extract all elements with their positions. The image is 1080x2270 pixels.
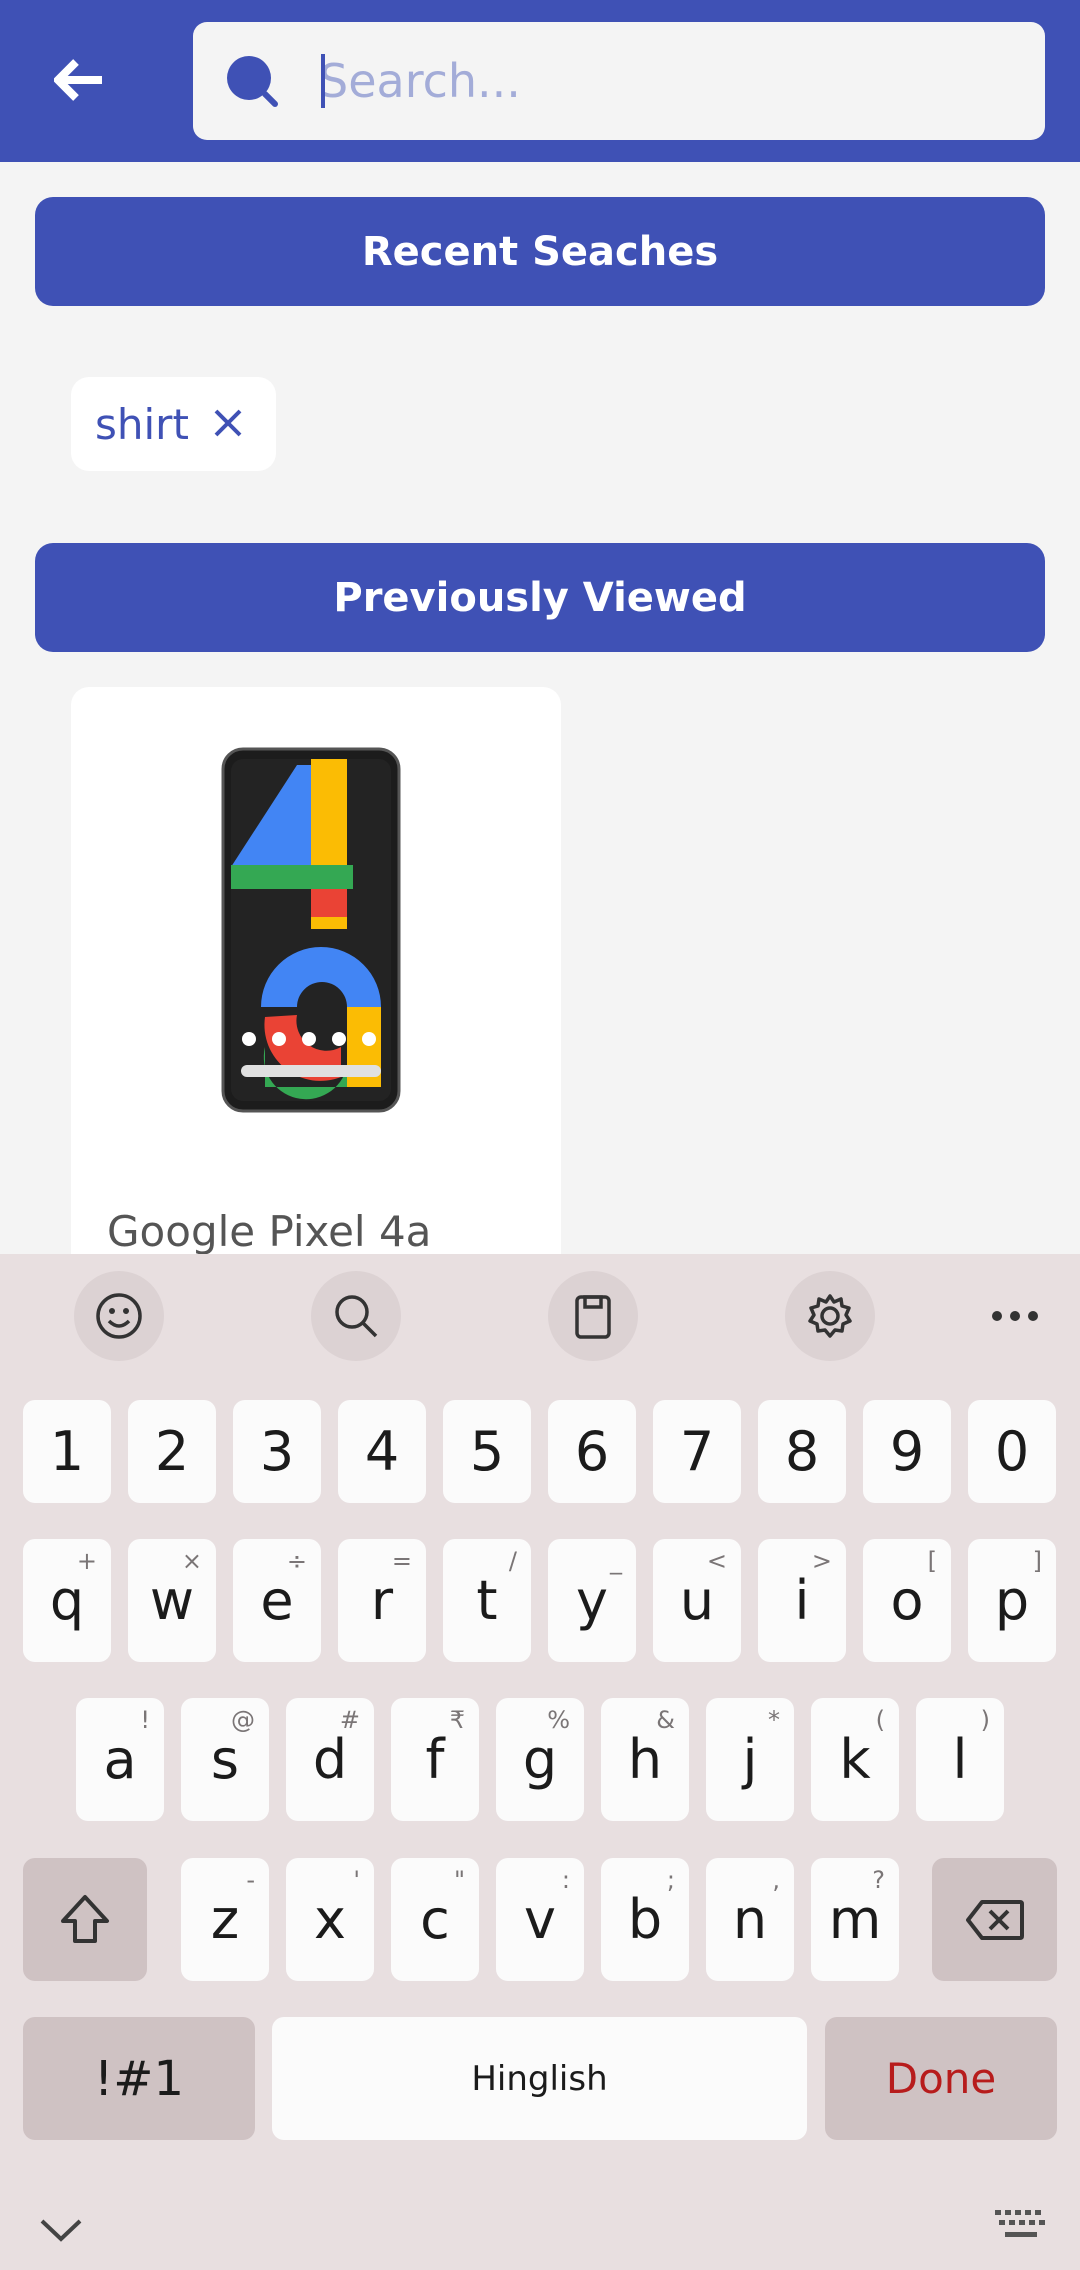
key-e[interactable]: ÷ e [233,1539,321,1662]
key-z[interactable]: -z [181,1858,269,1981]
app-screen: Recent Seaches shirt Previously Viewed [0,0,1080,2270]
key-a[interactable]: ! a [76,1698,164,1821]
chevron-down-icon[interactable] [36,2209,86,2249]
shift-icon [61,1894,109,1943]
key-d[interactable]: # d [286,1698,374,1821]
key-j[interactable]: * j [706,1698,794,1821]
key-9[interactable]: 9 [863,1400,951,1503]
back-button[interactable] [40,40,120,120]
top-app-bar [0,0,1080,162]
key-0[interactable]: 0 [968,1400,1056,1503]
key-7[interactable]: 7 [653,1400,741,1503]
keyboard-search-button[interactable] [311,1271,401,1361]
more-icon [992,1311,1038,1321]
key-m[interactable]: ? m [811,1858,899,1981]
soft-keyboard: 1 2 3 4 5 6 7 8 9 0 + q × w ÷ e = r / t _ y < u… [0,1254,1080,2270]
key-b[interactable]: ; b [601,1858,689,1981]
emoji-button[interactable] [74,1271,164,1361]
recent-search-chip[interactable]: shirt [71,377,276,471]
clipboard-button[interactable] [548,1271,638,1361]
gear-icon [808,1294,852,1338]
key-t[interactable]: / t [443,1539,531,1662]
key-r[interactable]: = r [338,1539,426,1662]
text-cursor [321,54,325,108]
search-icon [227,56,278,107]
key-c[interactable]: " c [391,1858,479,1981]
key-w[interactable]: × w [128,1539,216,1662]
product-name: Google Pixel 4a [107,1207,432,1256]
key-s[interactable]: @ s [181,1698,269,1821]
key-2[interactable]: 2 [128,1400,216,1503]
key-i[interactable]: > i [758,1539,846,1662]
search-icon [335,1295,378,1338]
key-3[interactable]: 3 [233,1400,321,1503]
key-6[interactable]: 6 [548,1400,636,1503]
key-k[interactable]: (k [811,1698,899,1821]
key-g[interactable]: % g [496,1698,584,1821]
close-icon[interactable] [208,403,248,443]
key-h[interactable]: & h [601,1698,689,1821]
settings-button[interactable] [785,1271,875,1361]
key-4[interactable]: 4 [338,1400,426,1503]
keyboard-icon[interactable] [993,2206,1049,2246]
backspace-key[interactable] [932,1858,1057,1981]
chip-label: shirt [95,399,189,449]
space-key[interactable]: Hinglish [272,2017,807,2140]
emoji-icon [96,1293,142,1339]
key-8[interactable]: 8 [758,1400,846,1503]
key-5[interactable]: 5 [443,1400,531,1503]
symbols-key[interactable]: !#1 [23,2017,255,2140]
search-input[interactable] [319,32,1019,130]
key-f[interactable]: ₹ f [391,1698,479,1821]
arrow-left-icon [54,59,102,101]
key-y[interactable]: _ y [548,1539,636,1662]
key-p[interactable]: ] p [968,1539,1056,1662]
key-q[interactable]: + q [23,1539,111,1662]
shift-key[interactable] [23,1858,147,1981]
key-1[interactable]: 1 [23,1400,111,1503]
key-u[interactable]: < u [653,1539,741,1662]
more-button[interactable] [970,1271,1060,1361]
key-o[interactable]: [o [863,1539,951,1662]
clipboard-icon [575,1295,611,1339]
phone-icon [221,747,401,1113]
key-l[interactable]: ) l [916,1698,1004,1821]
recent-searches-title: Recent Seaches [35,197,1045,306]
key-v[interactable]: :v [496,1858,584,1981]
previously-viewed-title: Previously Viewed [35,543,1045,652]
search-box[interactable] [193,22,1045,140]
done-key[interactable]: Done [825,2017,1057,2140]
recent-searches-section: Recent Seaches shirt [35,197,1045,508]
key-x[interactable]: ' x [286,1858,374,1981]
key-n[interactable]: ,n [706,1858,794,1981]
backspace-icon [965,1899,1024,1940]
